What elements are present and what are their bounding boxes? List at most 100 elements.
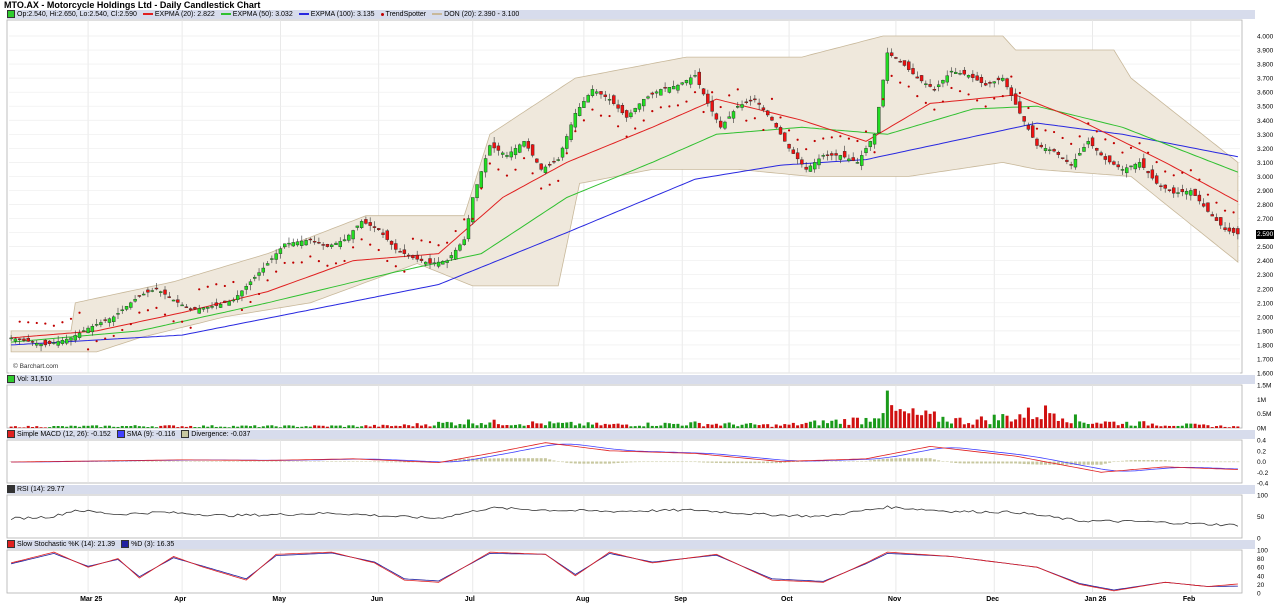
trendspotter-dot	[522, 157, 526, 160]
candle-body	[377, 228, 381, 230]
trendspotter-dot	[745, 119, 748, 122]
x-tick-label: Nov	[887, 596, 902, 603]
candle-body	[282, 243, 287, 248]
volume-bar	[1103, 421, 1107, 428]
macd-divergence-bar	[1120, 460, 1124, 462]
trendspotter-dot	[377, 248, 380, 252]
candle-body	[214, 302, 218, 306]
candle-body	[954, 71, 958, 74]
price-tick-label: 3.800	[1257, 62, 1274, 69]
volume-bar	[642, 426, 646, 428]
macd-divergence-bar	[189, 461, 193, 462]
volume-bar	[1116, 425, 1120, 428]
trendspotter-dot	[437, 244, 440, 247]
candle-body	[483, 158, 488, 173]
volume-bar	[107, 425, 111, 428]
macd-divergence-bar	[347, 461, 351, 462]
trendspotter-dot	[873, 151, 876, 154]
macd-divergence-bar	[1099, 461, 1103, 465]
trendspotter-dot	[18, 320, 21, 323]
chart-canvas[interactable]: 1.600 1.700 1.800 1.900 2.000 2.100 2.200 2.300…	[0, 0, 1279, 615]
macd-legend-marker	[116, 430, 125, 438]
candle-body	[312, 241, 317, 243]
price-tick-label: 3.200	[1257, 146, 1274, 153]
candle-body	[1154, 175, 1159, 184]
macd-divergence-bar	[43, 461, 47, 462]
volume-bar	[1214, 426, 1218, 428]
candle-body	[291, 242, 295, 247]
candle-body	[1219, 217, 1223, 226]
candle-body	[1129, 165, 1133, 168]
trendspotter-dot	[890, 74, 893, 77]
candle-body	[791, 149, 796, 154]
volume-bar	[355, 426, 359, 428]
candle-body	[394, 243, 398, 250]
macd-divergence-bar	[1069, 461, 1073, 465]
candle-body	[881, 79, 885, 107]
volume-bar	[637, 425, 641, 428]
volume-bar	[1078, 421, 1082, 428]
volume-bar	[962, 424, 966, 428]
stoch-tick-label: 80	[1257, 556, 1265, 563]
volume-bar	[744, 423, 748, 428]
candle-body	[770, 116, 774, 121]
candle-body	[877, 106, 881, 134]
macd-divergence-bar	[684, 461, 688, 463]
volume-bar	[172, 425, 176, 428]
volume-bar	[496, 424, 500, 428]
trendspotter-dot	[488, 162, 491, 165]
volume-bar	[501, 425, 505, 428]
volume-bar	[1167, 425, 1171, 428]
macd-divergence-bar	[967, 461, 971, 464]
candle-body	[1103, 156, 1108, 160]
macd-divergence-bar	[1193, 461, 1197, 463]
volume-bar	[851, 417, 855, 428]
volume-bar	[992, 414, 996, 428]
volume-bar	[176, 427, 180, 428]
candle-body	[201, 307, 206, 310]
price-tick-label: 3.600	[1257, 90, 1274, 97]
volume-bar	[860, 424, 864, 428]
volume-bar	[1227, 427, 1231, 428]
candle-body	[146, 289, 150, 293]
trendspotter-dot	[1129, 146, 1133, 150]
candle-body	[227, 301, 231, 306]
volume-bar	[1193, 423, 1197, 428]
volume-bar	[855, 417, 859, 428]
candle-body	[257, 272, 261, 276]
macd-divergence-bar	[492, 458, 496, 462]
volume-bar	[821, 420, 825, 428]
x-tick-label: Apr	[174, 596, 187, 603]
volume-bar	[398, 426, 402, 428]
candle-body	[620, 105, 625, 114]
volume-bar	[723, 423, 727, 428]
volume-bar	[719, 425, 723, 428]
volume-bar	[304, 426, 308, 428]
candle-body	[90, 325, 95, 333]
macd-divergence-bar	[1129, 460, 1133, 462]
candle-body	[278, 248, 283, 254]
trendspotter-dot	[685, 100, 688, 103]
trendspotter-dot	[172, 320, 175, 323]
trendspotter-dot	[668, 105, 671, 108]
macd-divergence-bar	[90, 461, 94, 462]
macd-divergence-bar	[317, 461, 321, 462]
volume-bar	[937, 421, 941, 428]
candle-body	[663, 87, 667, 89]
volume-bar	[672, 423, 676, 428]
candle-body	[736, 106, 740, 108]
volume-bar	[257, 427, 261, 428]
price-legend: Op:2.540, Hi:2.650, Lo:2.540, Cl:2.590 EX…	[7, 10, 519, 18]
candle-body	[381, 232, 385, 235]
macd-divergence-bar	[599, 461, 603, 464]
macd-divergence-bar	[330, 461, 334, 462]
candle-body	[17, 338, 22, 340]
stoch-d-line	[11, 552, 1238, 591]
candle-body	[898, 60, 902, 63]
trendspotter-dot	[1010, 75, 1013, 78]
candle-body	[1201, 203, 1206, 207]
candle-body	[428, 258, 432, 264]
volume-bar	[667, 423, 671, 428]
trendspotter-dot	[463, 218, 466, 221]
volume-bar	[1150, 423, 1154, 428]
